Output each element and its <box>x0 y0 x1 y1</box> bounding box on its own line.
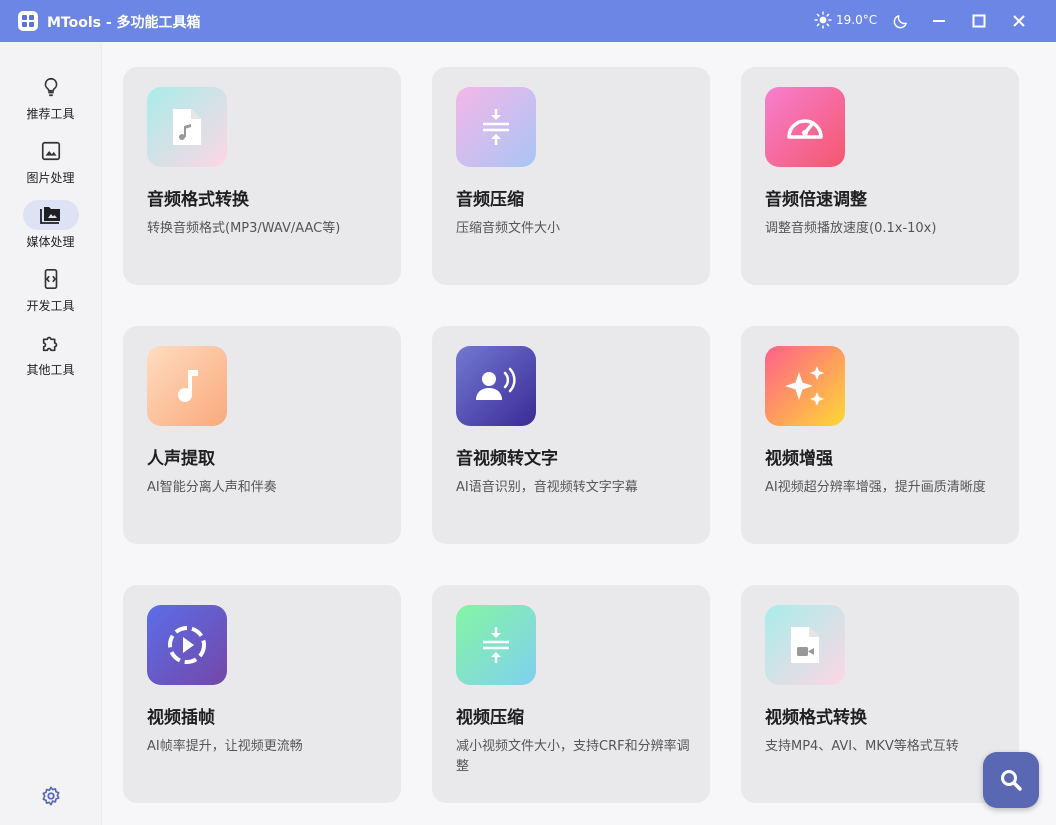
sidebar-item-dev[interactable]: 开发工具 <box>0 264 101 324</box>
search-icon <box>1001 770 1022 791</box>
dark-mode-button[interactable] <box>887 8 913 34</box>
app-logo-icon <box>18 11 38 31</box>
card-title: 视频格式转换 <box>765 708 867 728</box>
window-title: MTools - 多功能工具箱 <box>47 15 201 31</box>
sidebar: 推荐工具 图片处理 媒体处理 开发工具 其他工具 <box>0 42 102 825</box>
card-description: 减小视频文件大小，支持CRF和分辨率调整 <box>456 739 690 774</box>
music-note-icon <box>147 346 227 426</box>
sidebar-item-recommended[interactable]: 推荐工具 <box>0 72 101 132</box>
video-file-icon <box>765 605 845 685</box>
sun-icon <box>814 11 832 29</box>
sidebar-item-label: 推荐工具 <box>26 107 75 121</box>
sidebar-item-image[interactable]: 图片处理 <box>0 136 101 196</box>
tool-card-audio-compress[interactable]: 音频压缩 压缩音频文件大小 <box>432 67 710 285</box>
minimize-icon <box>933 20 945 22</box>
card-title: 视频压缩 <box>456 708 524 728</box>
card-description: AI智能分离人声和伴奏 <box>147 480 277 495</box>
card-title: 音视频转文字 <box>456 449 558 469</box>
settings-button[interactable] <box>38 783 64 809</box>
sidebar-item-label: 媒体处理 <box>26 235 75 249</box>
moon-icon <box>893 14 907 28</box>
tool-card-speech-to-text[interactable]: 音视频转文字 AI语音识别，音视频转文字字幕 <box>432 326 710 544</box>
card-description: 压缩音频文件大小 <box>456 221 561 236</box>
close-icon <box>1013 15 1025 27</box>
card-title: 音频倍速调整 <box>765 190 867 210</box>
speedometer-icon <box>765 87 845 167</box>
voice-recognition-icon <box>456 346 536 426</box>
maximize-icon <box>972 14 986 28</box>
lightbulb-icon <box>23 72 79 102</box>
sidebar-item-other[interactable]: 其他工具 <box>0 328 101 388</box>
minimize-button[interactable] <box>926 8 952 34</box>
card-description: AI语音识别，音视频转文字字幕 <box>456 480 638 495</box>
card-description: AI帧率提升，让视频更流畅 <box>147 739 303 754</box>
tool-card-video-compress[interactable]: 视频压缩 减小视频文件大小，支持CRF和分辨率调整 <box>432 585 710 803</box>
search-button[interactable] <box>983 752 1039 808</box>
title-bar: MTools - 多功能工具箱 19.0°C <box>0 0 1056 42</box>
card-description: 转换音频格式(MP3/WAV/AAC等) <box>147 221 341 236</box>
sidebar-item-media[interactable]: 媒体处理 <box>0 200 101 260</box>
tool-card-video-format-convert[interactable]: 视频格式转换 支持MP4、AVI、MKV等格式互转 <box>741 585 1019 803</box>
tool-card-vocal-extract[interactable]: 人声提取 AI智能分离人声和伴奏 <box>123 326 401 544</box>
image-icon <box>23 136 79 166</box>
card-title: 人声提取 <box>147 449 215 469</box>
sparkle-icon <box>765 346 845 426</box>
card-title: 音频格式转换 <box>147 190 249 210</box>
play-circle-icon <box>147 605 227 685</box>
media-folder-icon <box>23 200 79 230</box>
weather-widget[interactable]: 19.0°C <box>814 11 877 29</box>
tool-card-video-enhance[interactable]: 视频增强 AI视频超分辨率增强，提升画质清晰度 <box>741 326 1019 544</box>
sidebar-item-label: 图片处理 <box>26 171 75 185</box>
compress-icon <box>456 605 536 685</box>
card-title: 音频压缩 <box>456 190 524 210</box>
audio-file-icon <box>147 87 227 167</box>
gear-icon <box>42 786 60 806</box>
tool-card-frame-interpolation[interactable]: 视频插帧 AI帧率提升，让视频更流畅 <box>123 585 401 803</box>
card-title: 视频增强 <box>765 449 833 469</box>
sidebar-item-label: 其他工具 <box>26 363 75 377</box>
card-description: 调整音频播放速度(0.1x-10x) <box>765 221 937 236</box>
maximize-button[interactable] <box>966 8 992 34</box>
close-button[interactable] <box>1006 8 1032 34</box>
tool-card-audio-speed[interactable]: 音频倍速调整 调整音频播放速度(0.1x-10x) <box>741 67 1019 285</box>
sidebar-item-label: 开发工具 <box>26 299 75 313</box>
card-title: 视频插帧 <box>147 708 215 728</box>
temperature-text: 19.0°C <box>836 13 878 27</box>
puzzle-icon <box>23 328 79 358</box>
tool-card-audio-format-convert[interactable]: 音频格式转换 转换音频格式(MP3/WAV/AAC等) <box>123 67 401 285</box>
code-icon <box>23 264 79 294</box>
card-description: 支持MP4、AVI、MKV等格式互转 <box>765 739 959 754</box>
card-description: AI视频超分辨率增强，提升画质清晰度 <box>765 480 986 495</box>
compress-icon <box>456 87 536 167</box>
